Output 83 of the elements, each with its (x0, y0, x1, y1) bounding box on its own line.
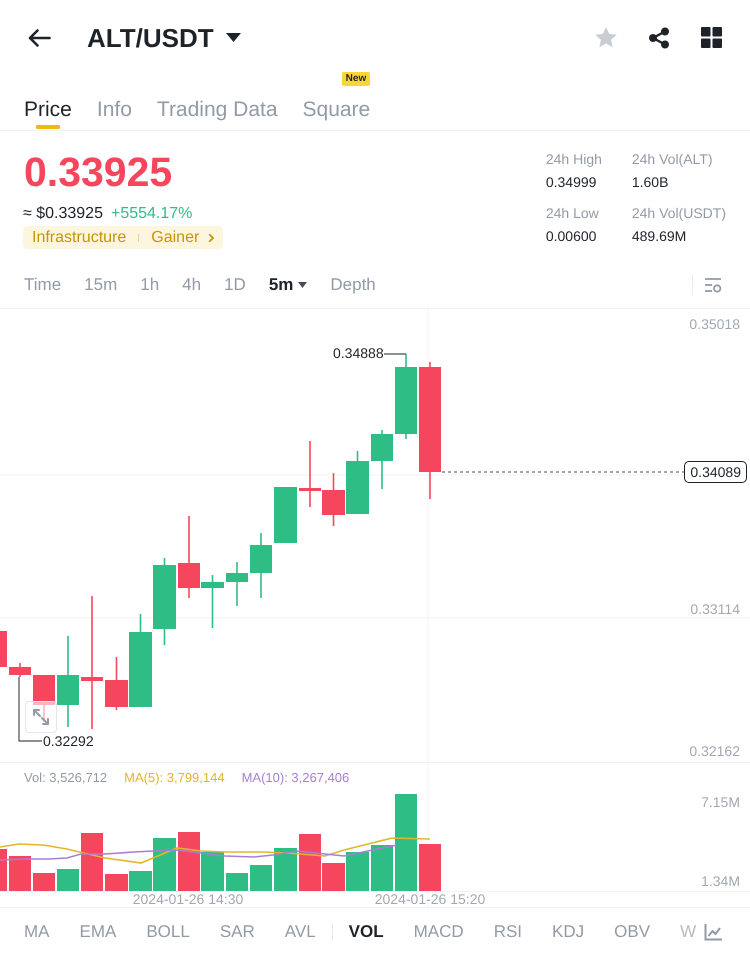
stat-value: 1.60B (632, 173, 668, 192)
price-axis-label: 0.32162 (689, 742, 740, 760)
volume-axis-label: 7.15M (701, 793, 740, 811)
time-axis-label: 2024-01-26 14:30 (132, 890, 244, 908)
indicator-tab[interactable]: W (680, 921, 696, 943)
candle (9, 663, 31, 677)
volume-bar (57, 869, 79, 891)
tab[interactable]: Price (24, 75, 72, 130)
volume-bar (33, 873, 55, 891)
candle (250, 533, 272, 598)
tag-label: Infrastructure (32, 228, 126, 248)
low-price-label: 0.32292 (43, 734, 94, 748)
leader-line (384, 353, 406, 355)
time-axis-label: 2024-01-26 15:20 (374, 890, 486, 908)
caret-icon (226, 33, 241, 42)
volume-bar (274, 848, 297, 891)
share-icon[interactable] (648, 26, 670, 48)
stat-label: 24h Low (546, 204, 599, 223)
settings-icon[interactable] (704, 277, 722, 293)
interval-tab[interactable]: 4h (182, 274, 202, 296)
indicator-tab[interactable]: OBV (614, 921, 650, 943)
stat-label: 24h Vol(USDT) (632, 204, 726, 223)
volume-bar (346, 852, 369, 891)
stat-label: 24h Vol(ALT) (632, 150, 713, 169)
chevron-icon (208, 232, 216, 242)
indicator-tab[interactable]: BOLL (146, 921, 190, 943)
volume-bar (9, 856, 31, 891)
candle (274, 487, 297, 543)
tag-label: Gainer (151, 228, 200, 248)
volume-legend-text: MA(5): 3,799,144 (124, 769, 225, 787)
leader-line (18, 677, 42, 742)
volume-bar (81, 833, 103, 891)
current-price-label: 0.34089 (684, 461, 747, 483)
last-price: 0.33925 (24, 148, 172, 196)
indicator-tab[interactable]: SAR (220, 921, 255, 943)
indicator-tab[interactable]: VOL (348, 921, 384, 943)
tab[interactable]: Info (96, 75, 132, 130)
indicator-tab[interactable]: EMA (80, 921, 116, 943)
indicator-tab[interactable]: KDJ (552, 921, 584, 943)
volume-bar (105, 874, 128, 891)
indicator-tab[interactable]: MA (24, 921, 50, 943)
volume-axis-label: 1.34M (701, 872, 740, 890)
indicator-tab[interactable]: RSI (494, 921, 522, 943)
volume-bar (250, 865, 272, 891)
tab[interactable]: Trading Data (156, 75, 278, 130)
new-badge: New (342, 72, 370, 86)
candle (299, 441, 321, 507)
price-axis-label: 0.35018 (689, 315, 740, 333)
candle (0, 631, 7, 667)
stat-value: 489.69M (632, 227, 686, 246)
fiat-price: ≈ $0.33925 (23, 204, 103, 224)
interval-tab[interactable]: Depth (330, 274, 376, 296)
star-icon[interactable] (595, 27, 617, 48)
indicator-tab[interactable]: MACD (414, 921, 464, 943)
interval-tab[interactable]: 1h (140, 274, 160, 296)
candle (226, 562, 248, 606)
volume-bar (419, 844, 441, 891)
volume-bar (226, 873, 248, 891)
stat-value: 0.34999 (546, 173, 596, 192)
grid-icon[interactable] (701, 27, 722, 48)
volume-legend-text: MA(10): 3,267,406 (242, 769, 350, 787)
indicator-tab[interactable]: AVL (284, 921, 316, 943)
line-chart-icon[interactable] (704, 924, 722, 941)
stat-value: 0.00600 (546, 227, 596, 246)
tag-bar[interactable]: Infrastructure Gainer (23, 226, 224, 249)
expand-icon[interactable] (25, 701, 57, 733)
pair-selector[interactable]: ALT/USDT (87, 22, 241, 52)
interval-tab[interactable]: 1D (224, 274, 246, 296)
candle (33, 675, 55, 722)
candle (322, 473, 345, 526)
volume-legend-text: Vol: 3,526,712 (24, 769, 108, 787)
candle (371, 430, 393, 489)
back-arrow-icon[interactable] (27, 28, 51, 48)
stat-label: 24h High (546, 150, 602, 169)
volume-bar (371, 845, 393, 891)
interval-tab[interactable]: 15m (84, 274, 118, 296)
interval-tab[interactable]: Time (24, 274, 62, 296)
price-change: +5554.17% (110, 204, 192, 224)
candle (346, 451, 369, 514)
high-price-label: 0.34888 (333, 344, 384, 362)
volume-bar (0, 849, 7, 891)
price-axis-label: 0.33114 (690, 600, 740, 618)
interval-tab[interactable]: 5m (268, 274, 308, 296)
